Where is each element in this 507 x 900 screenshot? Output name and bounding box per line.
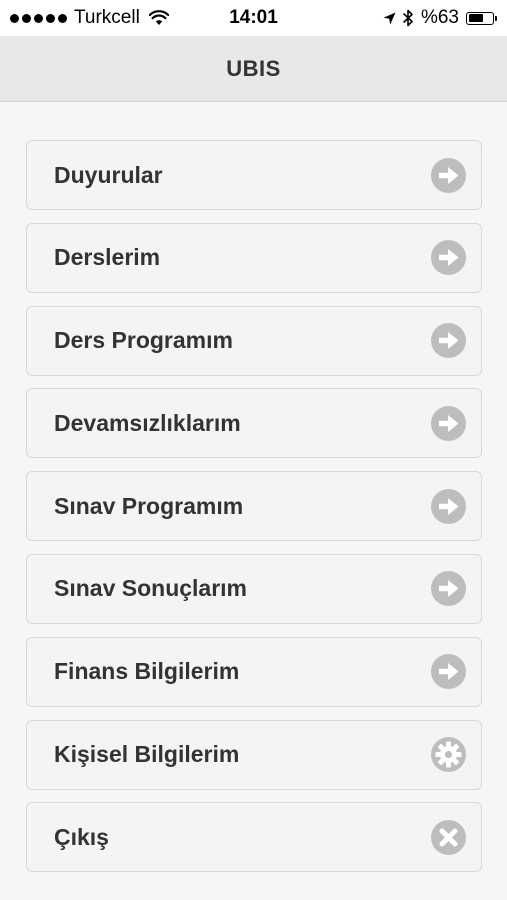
page-title: UBIS <box>226 55 281 81</box>
wifi-icon <box>148 10 169 26</box>
bluetooth-icon <box>403 9 414 27</box>
menu-item-label: Sınav Programım <box>54 492 244 519</box>
battery-percentage: %63 <box>420 7 459 28</box>
arrow-right-icon <box>431 240 466 276</box>
menu-item[interactable]: Derslerim <box>26 222 482 293</box>
menu-item-label: Çıkış <box>54 823 109 850</box>
signal-strength-icon <box>10 13 67 23</box>
close-icon <box>431 819 466 855</box>
main-menu: Duyurular Derslerim Ders Programım Devamsız… <box>26 140 482 885</box>
status-right: %63 <box>383 7 497 29</box>
arrow-right-icon <box>431 654 466 690</box>
menu-item-label: Ders Programım <box>54 327 233 354</box>
menu-item-label: Kişisel Bilgilerim <box>54 741 240 768</box>
menu-item-label: Derslerim <box>54 244 161 271</box>
menu-item[interactable]: Devamsızlıklarım <box>26 388 482 459</box>
menu-item-label: Sınav Sonuçlarım <box>54 575 248 602</box>
menu-item[interactable]: Kişisel Bilgilerim <box>26 719 482 790</box>
carrier-name: Turkcell <box>74 7 140 28</box>
menu-item-label: Devamsızlıklarım <box>54 409 241 436</box>
menu-item[interactable]: Ders Programım <box>26 305 482 376</box>
menu-item[interactable]: Sınav Sonuçlarım <box>26 553 482 624</box>
menu-item-label: Finans Bilgilerim <box>54 658 240 685</box>
menu-item[interactable]: Sınav Programım <box>26 471 482 542</box>
menu-item-label: Duyurular <box>54 161 163 188</box>
battery-level-fill <box>468 14 483 22</box>
arrow-right-icon <box>431 323 466 359</box>
arrow-right-icon <box>431 157 466 193</box>
gear-icon <box>431 737 466 773</box>
arrow-right-icon <box>431 571 466 607</box>
arrow-right-icon <box>431 488 466 524</box>
battery-icon <box>466 11 497 25</box>
menu-item[interactable]: Çıkış <box>26 802 482 873</box>
location-arrow-icon <box>383 12 396 25</box>
status-left: Turkcell <box>10 7 169 29</box>
navigation-bar: UBIS <box>0 36 507 102</box>
arrow-right-icon <box>431 405 466 441</box>
menu-item[interactable]: Duyurular <box>26 140 482 210</box>
status-bar: Turkcell 14:01 %63 <box>0 0 507 36</box>
menu-item[interactable]: Finans Bilgilerim <box>26 636 482 707</box>
